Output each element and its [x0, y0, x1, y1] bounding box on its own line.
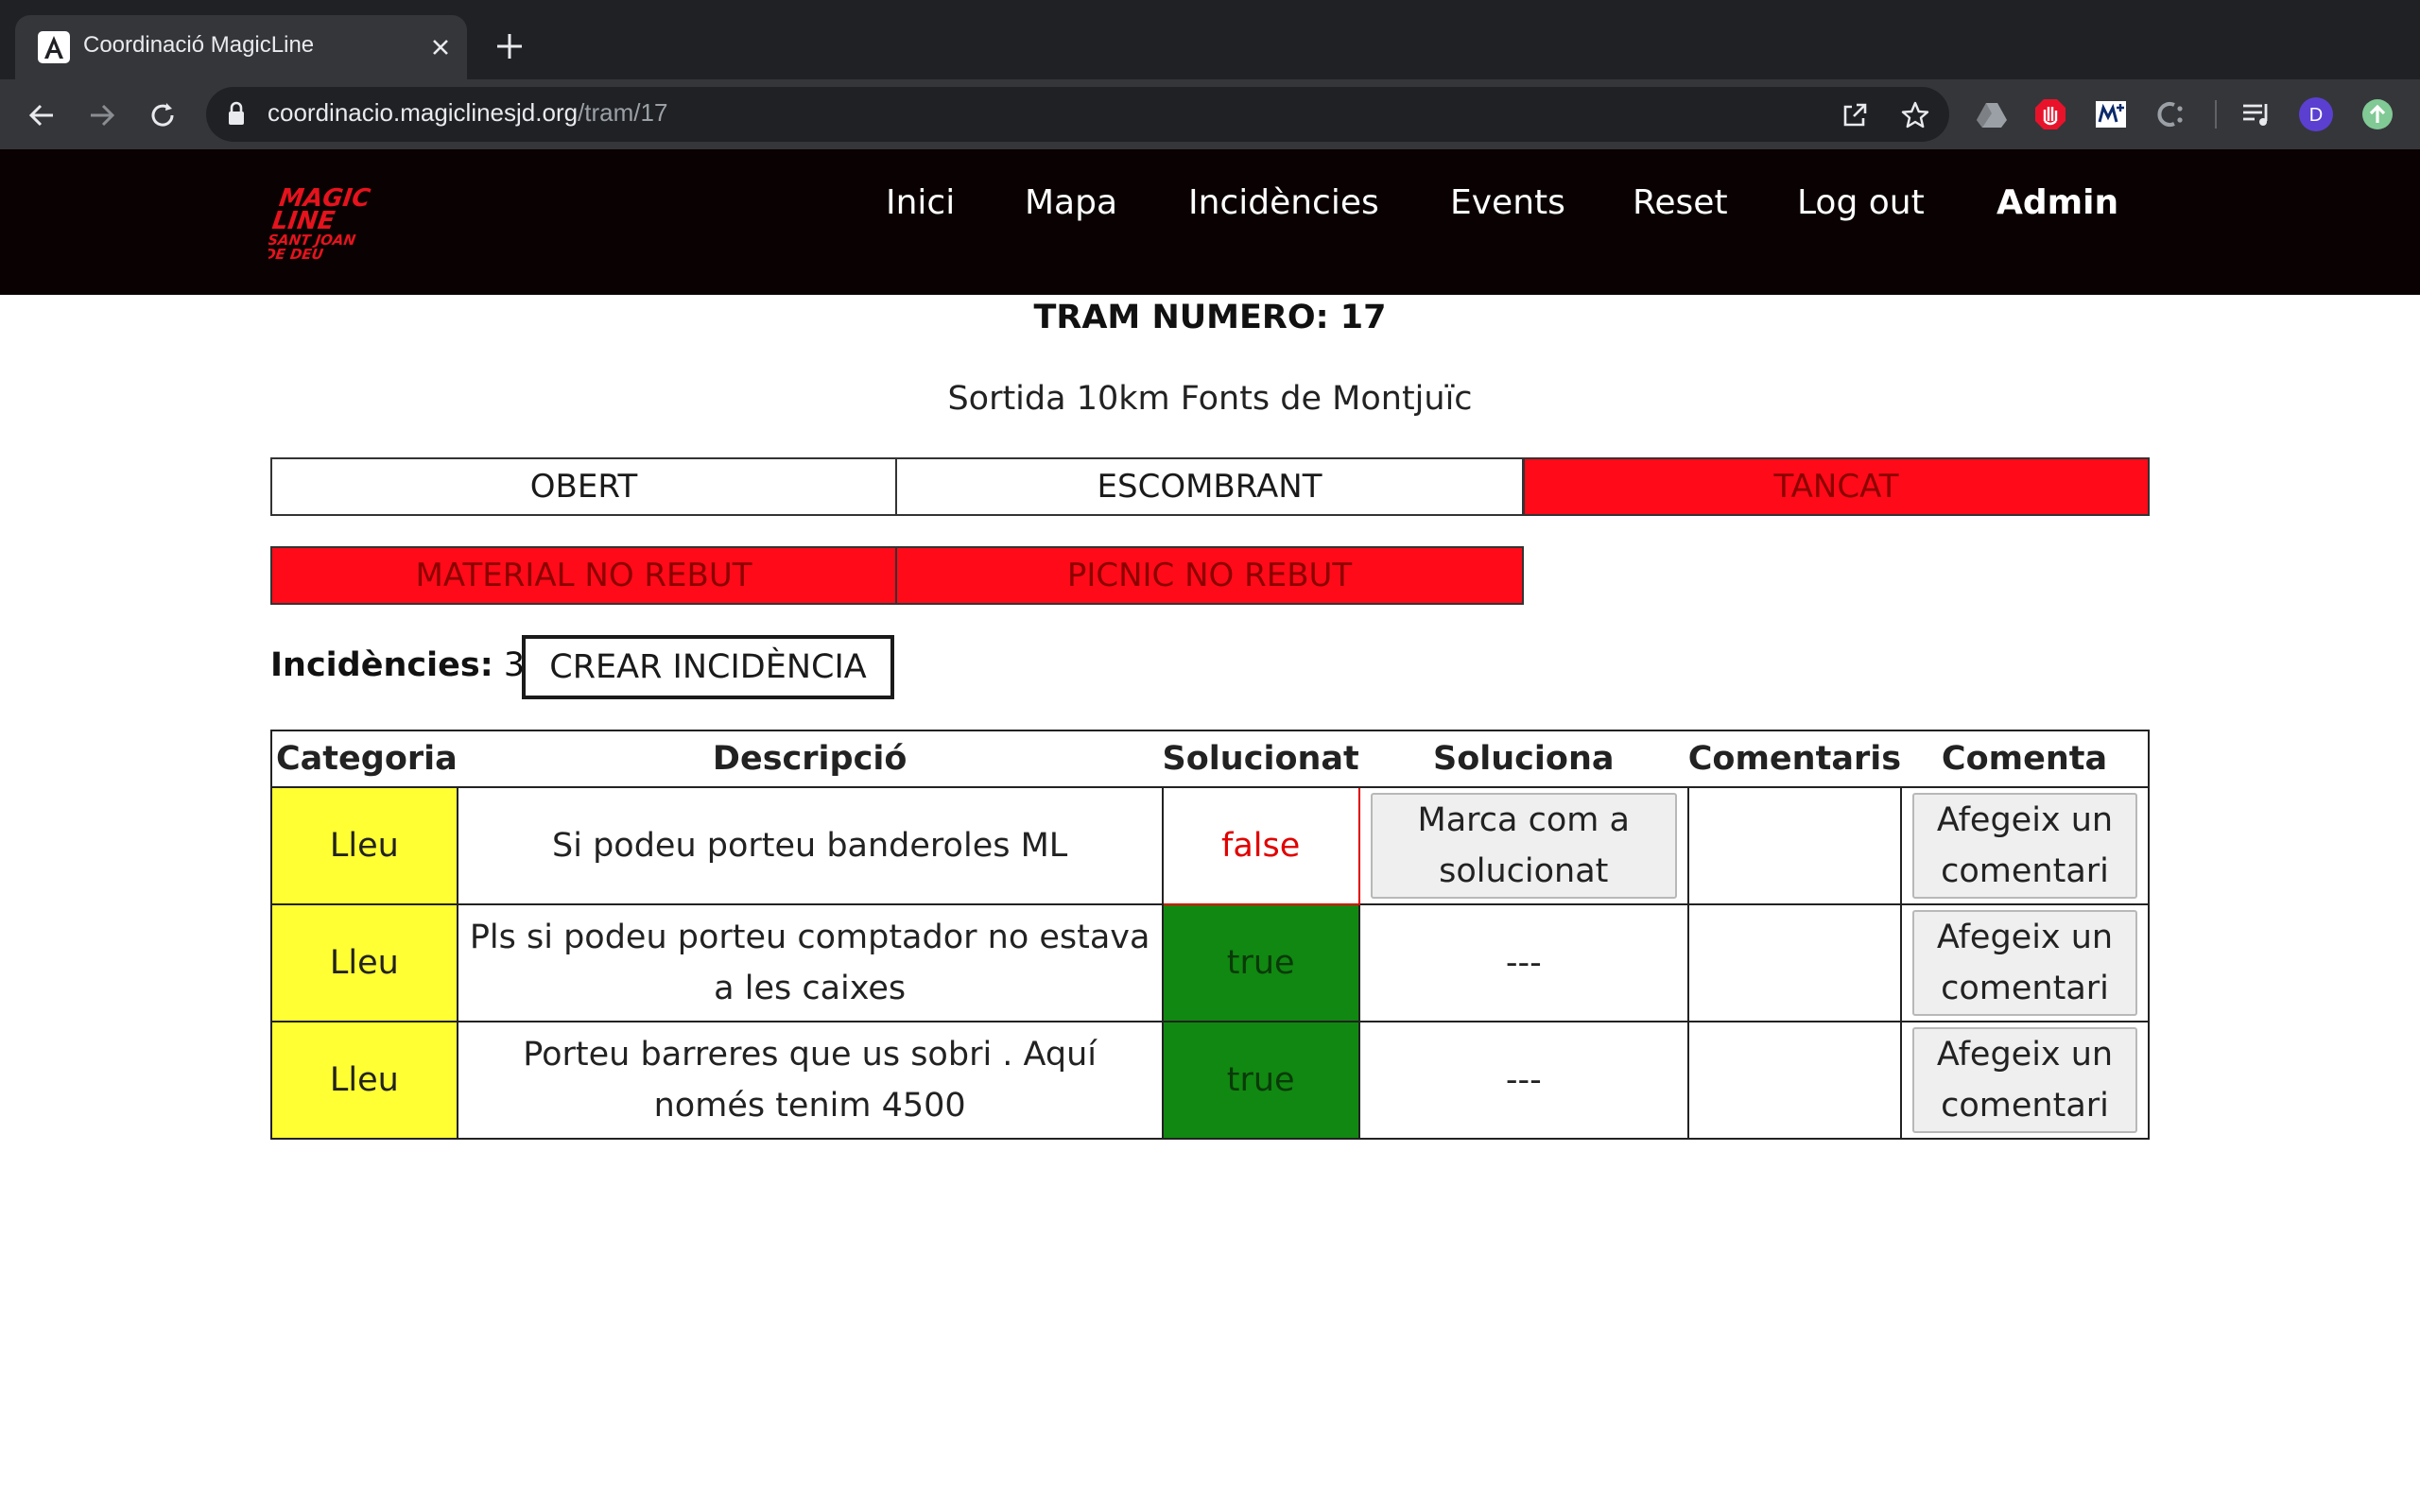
status-tancat-button[interactable]: TANCAT: [1523, 457, 2150, 516]
afegeix-comentari-button[interactable]: Afegeix un comentari: [1912, 793, 2138, 899]
nav-inici[interactable]: Inici: [886, 183, 955, 222]
row-comenta: Afegeix un comentari: [1900, 786, 2150, 905]
row-comentaris: [1686, 1021, 1903, 1140]
adblock-extension-icon[interactable]: [2032, 96, 2068, 132]
row-solucionat: false: [1161, 786, 1360, 905]
nav-admin[interactable]: Admin: [1996, 183, 2118, 222]
row-soluciona: ---: [1357, 903, 1689, 1022]
table-row: Lleu Porteu barreres que us sobri . Aquí…: [270, 1021, 2150, 1140]
row-soluciona: ---: [1357, 1021, 1689, 1140]
row-descripcio: Si podeu porteu banderoles ML: [456, 786, 1164, 905]
page-title: TRAM NUMERO: 17: [1033, 299, 1387, 336]
header-descripcio: Descripció: [457, 730, 1163, 788]
profile-initial: D: [2309, 105, 2323, 126]
svg-text:DE DEU: DE DEU: [268, 246, 324, 263]
url-host: coordinacio.magiclinesjd.org: [268, 98, 579, 127]
site-header: MAGIC LINE SANT JOAN DE DEU Inici Mapa I…: [0, 149, 2420, 295]
media-playlist-icon[interactable]: [2238, 96, 2274, 132]
nav-mapa[interactable]: Mapa: [1025, 183, 1117, 222]
header-solucionat: Solucionat: [1162, 730, 1359, 788]
row-comentaris: [1686, 903, 1903, 1022]
toolbar-divider: [2215, 100, 2217, 129]
header-soluciona: Soluciona: [1358, 730, 1688, 788]
row-comenta: Afegeix un comentari: [1900, 903, 2150, 1022]
incidencies-summary: Incidències: 3: [270, 646, 525, 684]
afegeix-comentari-button[interactable]: Afegeix un comentari: [1912, 1027, 2138, 1133]
nav-log-out[interactable]: Log out: [1797, 183, 1925, 222]
nav-reset[interactable]: Reset: [1633, 183, 1728, 222]
row-descripcio: Pls si podeu porteu comptador no estava …: [456, 903, 1164, 1022]
update-available-icon[interactable]: [2360, 96, 2395, 132]
url-text[interactable]: coordinacio.magiclinesjd.org/tram/17: [268, 98, 667, 128]
table-row: Lleu Pls si podeu porteu comptador no es…: [270, 903, 2150, 1022]
status-obert-button[interactable]: OBERT: [270, 457, 897, 516]
crear-incidencia-button[interactable]: CREAR INCIDÈNCIA: [522, 635, 894, 699]
row-comentaris: [1686, 786, 1903, 905]
back-arrow-icon[interactable]: [25, 98, 59, 132]
url-path: /tram/17: [578, 98, 668, 127]
incidencies-label: Incidències:: [270, 646, 493, 684]
row-categoria: Lleu: [270, 903, 458, 1022]
row-descripcio: Porteu barreres que us sobri . Aquí nomé…: [456, 1021, 1164, 1140]
forward-arrow-icon[interactable]: [85, 98, 119, 132]
incidents-table: Categoria Descripció Solucionat Solucion…: [270, 730, 2150, 1140]
bookmark-star-icon[interactable]: [1898, 98, 1932, 132]
reload-icon[interactable]: [146, 98, 180, 132]
row-categoria: Lleu: [270, 786, 458, 905]
nav-incidencies[interactable]: Incidències: [1188, 183, 1379, 222]
header-comenta: Comenta: [1901, 730, 2150, 788]
open-in-app-icon[interactable]: [1838, 98, 1872, 132]
table-header-row: Categoria Descripció Solucionat Solucion…: [270, 730, 2150, 788]
magic-line-logo[interactable]: MAGIC LINE SANT JOAN DE DEU: [268, 181, 372, 266]
row-categoria: Lleu: [270, 1021, 458, 1140]
table-row: Lleu Si podeu porteu banderoles ML false…: [270, 786, 2150, 905]
material-no-rebut-button[interactable]: MATERIAL NO REBUT: [270, 546, 897, 605]
cookie-extension-icon[interactable]: [2153, 96, 2189, 132]
browser-toolbar: coordinacio.magiclinesjd.org/tram/17 D: [0, 79, 2420, 149]
afegeix-comentari-button[interactable]: Afegeix un comentari: [1912, 910, 2138, 1016]
page-subtitle: Sortida 10km Fonts de Montjuïc: [947, 380, 1473, 418]
profile-avatar-icon[interactable]: D: [2298, 96, 2334, 132]
header-comentaris: Comentaris: [1687, 730, 1902, 788]
lock-icon[interactable]: [227, 100, 246, 129]
row-comenta: Afegeix un comentari: [1900, 1021, 2150, 1140]
marca-solucionat-button[interactable]: Marca com a solucionat: [1370, 793, 1677, 899]
browser-tab[interactable]: Coordinació MagicLine: [15, 15, 467, 79]
close-tab-icon[interactable]: [424, 30, 458, 64]
angular-favicon-icon: [38, 31, 70, 63]
status-escombrant-button[interactable]: ESCOMBRANT: [897, 457, 1524, 516]
row-soluciona: Marca com a solucionat: [1357, 786, 1689, 905]
browser-tabstrip: Coordinació MagicLine: [0, 0, 2420, 79]
row-solucionat: true: [1161, 1021, 1360, 1140]
movistar-plus-extension-icon[interactable]: [2093, 96, 2129, 132]
tab-title: Coordinació MagicLine: [83, 32, 315, 58]
row-solucionat: true: [1161, 903, 1360, 1022]
picnic-no-rebut-button[interactable]: PICNIC NO REBUT: [897, 546, 1524, 605]
nav-events[interactable]: Events: [1450, 183, 1565, 222]
google-drive-extension-icon[interactable]: [1974, 96, 2010, 132]
header-categoria: Categoria: [270, 730, 458, 788]
new-tab-icon[interactable]: [492, 28, 527, 64]
